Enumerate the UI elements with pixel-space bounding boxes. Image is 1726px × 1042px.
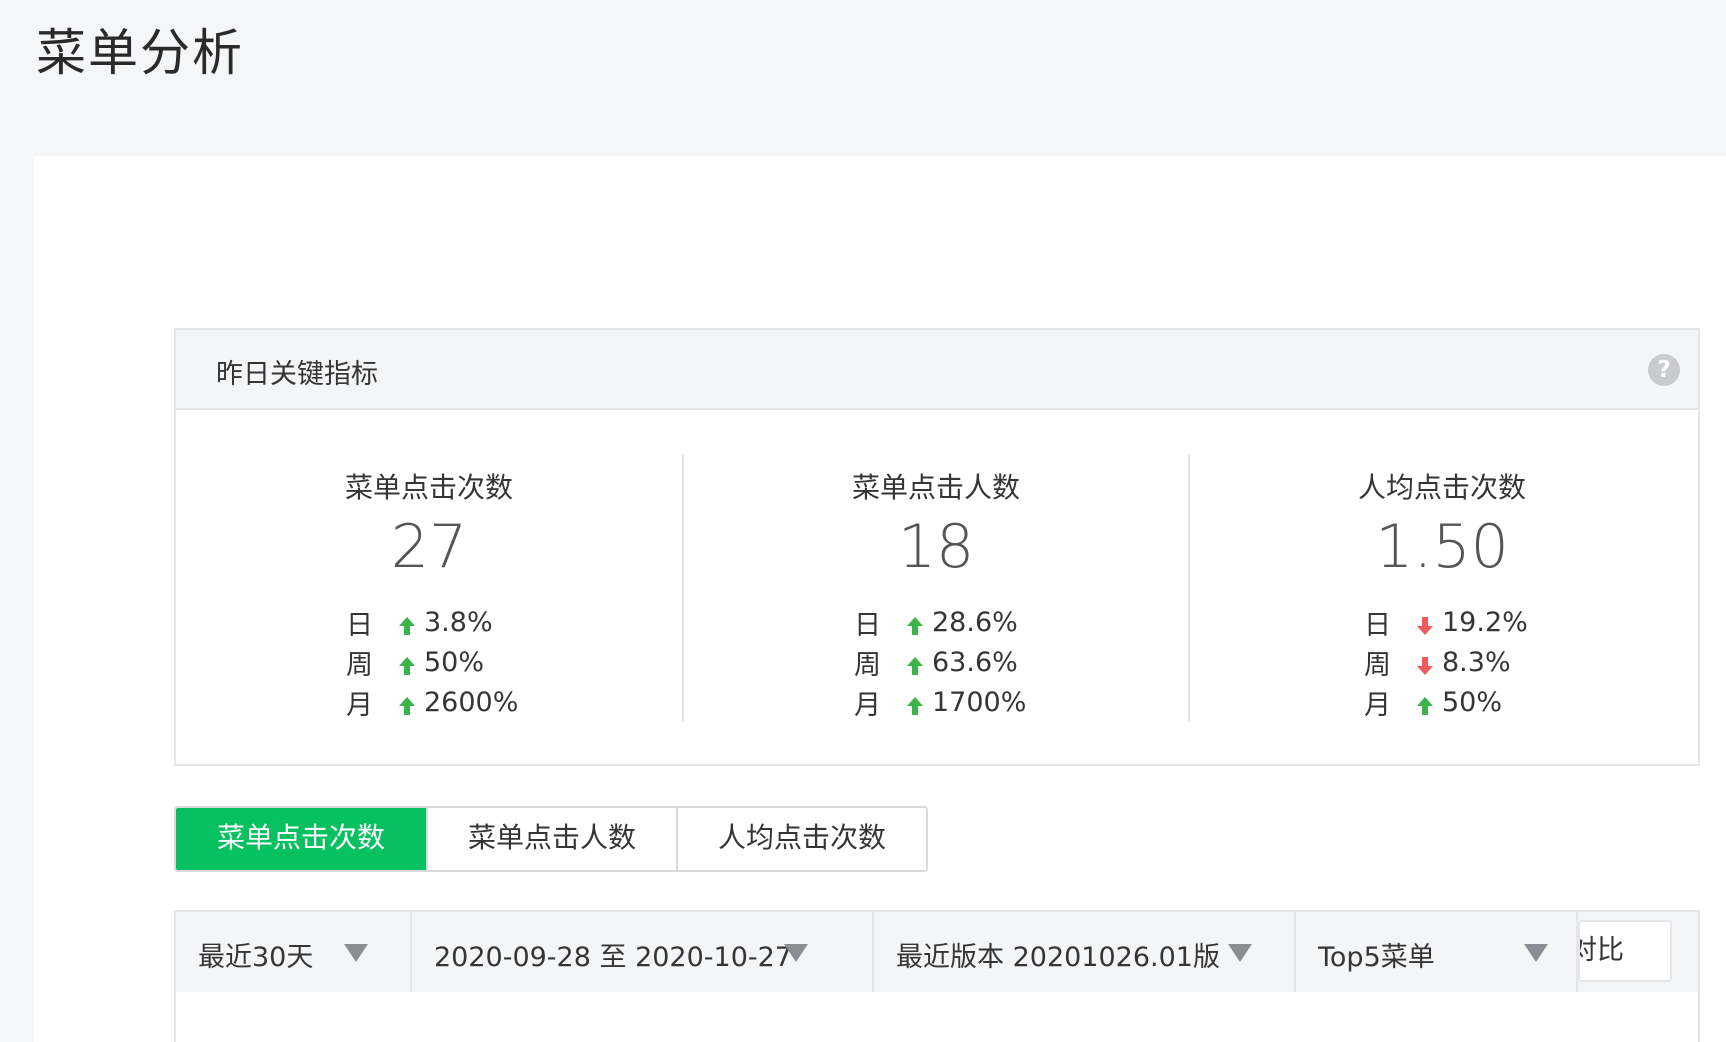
metric-card-users: 菜单点击人数 18 日 28.6% 周 63.6% 月 1700%: [682, 454, 1188, 722]
version-dropdown-label: 最近版本 20201026.01版: [896, 942, 1220, 973]
metric-label: 菜单点击人数: [851, 471, 1020, 504]
change-value: 1700%: [932, 686, 1027, 718]
change-value: 19.2%: [1442, 606, 1528, 638]
metric-changes: 日 28.6% 周 63.6% 月 1700%: [854, 602, 1026, 722]
metric-label: 菜单点击次数: [344, 471, 513, 504]
period-label: 月: [854, 689, 881, 721]
change-row-week: 周 8.3%: [1364, 642, 1528, 682]
metric-tabs: 菜单点击次数 菜单点击人数 人均点击次数: [174, 806, 928, 872]
caret-down-icon: [784, 944, 808, 962]
metric-value: 1.50: [1375, 512, 1509, 582]
period-label: 周: [854, 649, 881, 681]
caret-down-icon: [1524, 944, 1548, 962]
filter-bar: 最近30天 2020-09-28 至 2020-10-27 最近版本 20201…: [174, 910, 1700, 992]
arrow-up-icon: [906, 652, 924, 675]
arrow-down-icon: [1416, 652, 1434, 675]
page-title: 菜单分析: [36, 24, 244, 82]
change-row-day: 日 19.2%: [1364, 602, 1528, 642]
change-row-month: 月 2600%: [346, 682, 518, 722]
key-metrics-header: 昨日关键指标 ?: [176, 330, 1698, 410]
arrow-up-icon: [398, 692, 416, 715]
arrow-up-icon: [1416, 692, 1434, 715]
arrow-up-icon: [906, 692, 924, 715]
caret-down-icon: [1228, 944, 1252, 962]
metric-changes: 日 19.2% 周 8.3% 月 50%: [1364, 602, 1528, 722]
arrow-up-icon: [906, 612, 924, 635]
date-range-picker[interactable]: 2020-09-28 至 2020-10-27: [412, 912, 874, 992]
metric-card-avg-clicks: 人均点击次数 1.50 日 19.2% 周 8.3% 月 50%: [1188, 454, 1694, 722]
change-row-day: 日 28.6%: [854, 602, 1026, 642]
arrow-up-icon: [398, 612, 416, 635]
tab-menu-users[interactable]: 菜单点击人数: [426, 808, 676, 870]
compare-button[interactable]: 对比: [1578, 920, 1672, 982]
change-value: 28.6%: [932, 606, 1018, 638]
date-range-label: 2020-09-28 至 2020-10-27: [434, 942, 792, 973]
range-dropdown[interactable]: 最近30天: [176, 912, 412, 992]
change-value: 63.6%: [932, 646, 1018, 678]
key-metrics-panel: 昨日关键指标 ? 菜单点击次数 27 日 3.8% 周 50% 月 2600% …: [174, 328, 1700, 766]
period-label: 周: [346, 649, 373, 681]
period-label: 日: [1364, 609, 1391, 641]
change-value: 8.3%: [1442, 646, 1511, 678]
tab-avg-clicks[interactable]: 人均点击次数: [676, 808, 926, 870]
change-value: 2600%: [424, 686, 519, 718]
change-row-week: 周 63.6%: [854, 642, 1026, 682]
arrow-down-icon: [1416, 612, 1434, 635]
range-dropdown-label: 最近30天: [198, 942, 314, 973]
metric-changes: 日 3.8% 周 50% 月 2600%: [346, 602, 518, 722]
period-label: 日: [346, 609, 373, 641]
change-row-day: 日 3.8%: [346, 602, 518, 642]
arrow-up-icon: [398, 652, 416, 675]
menu-dropdown-label: Top5菜单: [1318, 942, 1435, 973]
key-metrics-title: 昨日关键指标: [216, 359, 378, 390]
version-dropdown[interactable]: 最近版本 20201026.01版: [874, 912, 1296, 992]
change-row-week: 周 50%: [346, 642, 518, 682]
change-value: 50%: [1442, 686, 1503, 718]
help-icon[interactable]: ?: [1648, 354, 1680, 386]
caret-down-icon: [344, 944, 368, 962]
period-label: 月: [1364, 689, 1391, 721]
change-value: 3.8%: [424, 606, 493, 638]
tab-menu-clicks[interactable]: 菜单点击次数: [176, 808, 426, 870]
period-label: 日: [854, 609, 881, 641]
metric-value: 18: [897, 512, 975, 582]
metric-label: 人均点击次数: [1357, 471, 1526, 504]
change-value: 50%: [424, 646, 485, 678]
metric-value: 27: [390, 512, 468, 582]
metric-card-clicks: 菜单点击次数 27 日 3.8% 周 50% 月 2600%: [176, 454, 682, 722]
period-label: 周: [1364, 649, 1391, 681]
period-label: 月: [346, 689, 373, 721]
change-row-month: 月 50%: [1364, 682, 1528, 722]
compare-button-label: 对比: [1580, 935, 1624, 966]
menu-dropdown[interactable]: Top5菜单: [1296, 912, 1578, 992]
change-row-month: 月 1700%: [854, 682, 1026, 722]
chart-area: [174, 992, 1700, 1042]
key-metrics-body: 菜单点击次数 27 日 3.8% 周 50% 月 2600% 菜单点击人数 18…: [176, 410, 1698, 766]
